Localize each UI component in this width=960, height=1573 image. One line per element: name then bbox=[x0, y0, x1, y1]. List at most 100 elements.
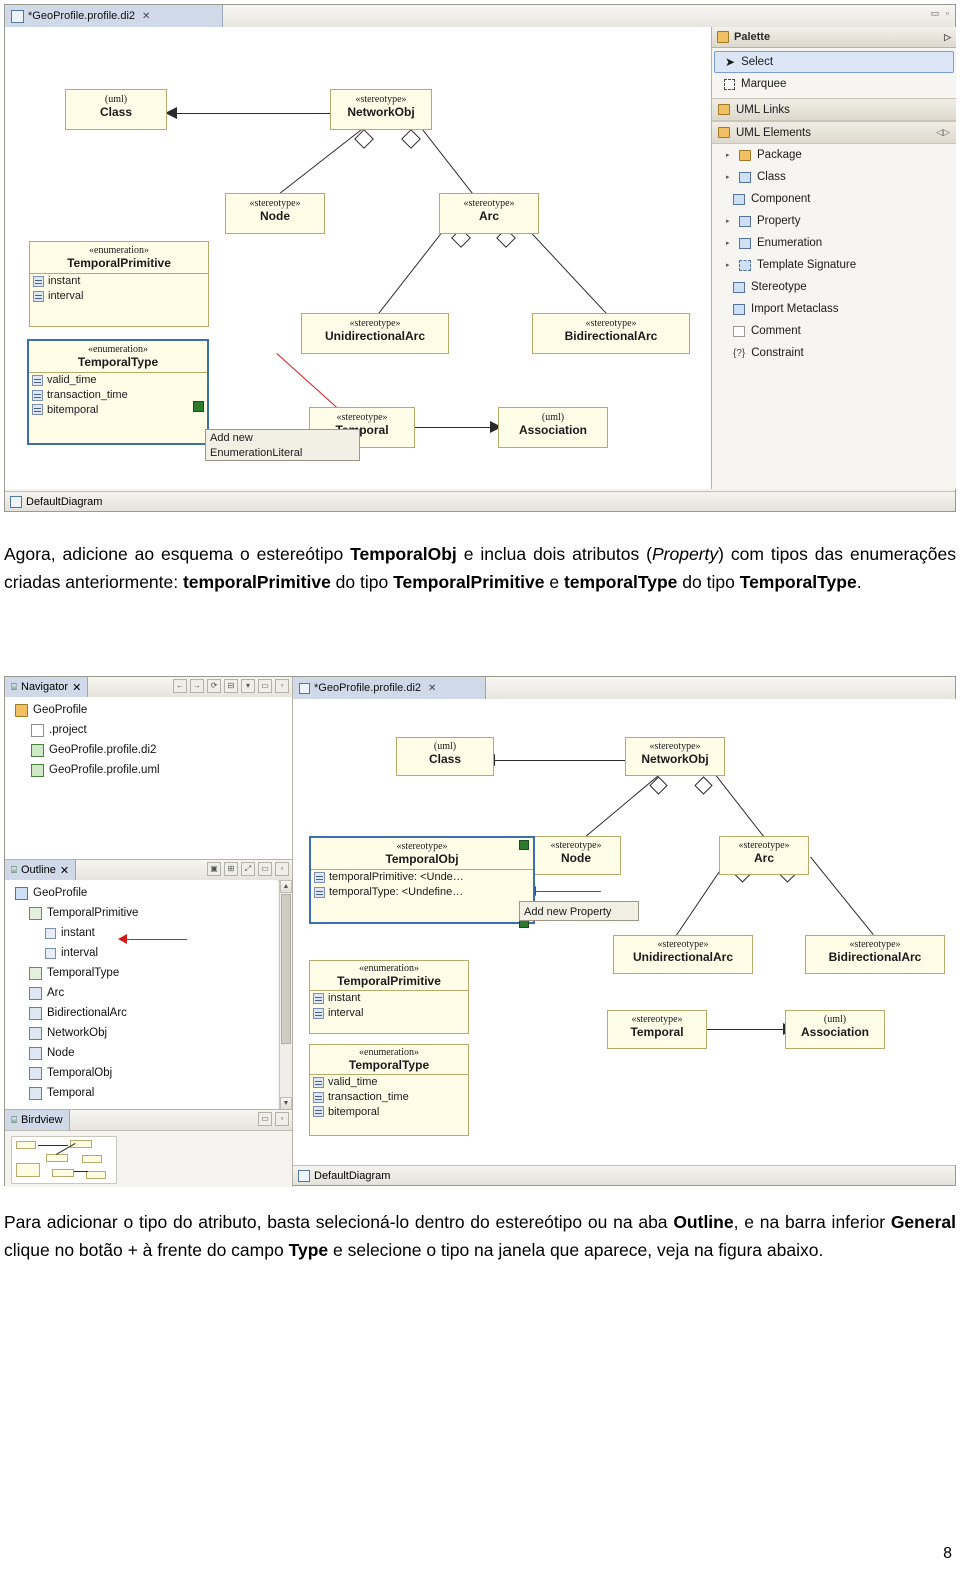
tree-row-temporalprimitive[interactable]: TemporalPrimitive bbox=[15, 903, 278, 923]
uml-enumeration-temporalprimitive[interactable]: «enumeration» TemporalPrimitive instant … bbox=[309, 960, 469, 1034]
uml-literal-row[interactable]: transaction_time bbox=[29, 388, 207, 403]
uml-literal-row[interactable]: valid_time bbox=[29, 373, 207, 388]
minimize-icon[interactable]: ▭ bbox=[931, 8, 942, 18]
chevron-right-icon[interactable]: ▷ bbox=[944, 32, 951, 43]
tree-view-icon[interactable]: ▣ bbox=[207, 862, 221, 876]
palette-item-comment[interactable]: Comment bbox=[712, 320, 956, 342]
uml-enumeration-temporalprimitive[interactable]: «enumeration» TemporalPrimitive instant … bbox=[29, 241, 209, 327]
tab-outline[interactable]: ⌸ Outline ✕ bbox=[5, 860, 77, 880]
outline-scrollbar[interactable]: ▲ ▼ bbox=[279, 880, 292, 1110]
navigator-tree[interactable]: GeoProfile .project GeoProfile.profile.d… bbox=[5, 697, 292, 859]
uml-literal-row[interactable]: transaction_time bbox=[310, 1090, 468, 1105]
collapse-arrows-icon[interactable]: ◁▷ bbox=[936, 127, 956, 138]
view-menu-icon[interactable]: ▾ bbox=[241, 679, 255, 693]
scroll-up-icon[interactable]: ▲ bbox=[280, 880, 292, 893]
maximize-icon[interactable]: ▫ bbox=[275, 1112, 289, 1126]
close-icon[interactable]: ✕ bbox=[60, 864, 69, 877]
tree-row-di2-file[interactable]: GeoProfile.profile.di2 bbox=[15, 740, 292, 760]
default-diagram-tab-label[interactable]: DefaultDiagram bbox=[314, 1170, 390, 1182]
palette-item-select[interactable]: ➤ Select bbox=[714, 51, 954, 73]
birdview-toolbar[interactable]: ▭ ▫ bbox=[258, 1112, 289, 1126]
uml-literal-row[interactable]: instant bbox=[310, 991, 468, 1006]
diagram-canvas-bottom[interactable]: (uml) Class «stereotype» NetworkObj «ste… bbox=[293, 699, 956, 1165]
fit-icon[interactable]: ⤢ bbox=[241, 862, 255, 876]
minimize-icon[interactable]: ▭ bbox=[258, 1112, 272, 1126]
tree-row-bidirectionalarc[interactable]: BidirectionalArc bbox=[15, 1003, 278, 1023]
uml-literal-row[interactable]: bitemporal bbox=[29, 403, 207, 418]
palette-item-enumeration[interactable]: ▸ Enumeration bbox=[712, 232, 956, 254]
uml-literal-row[interactable]: instant bbox=[30, 274, 208, 289]
uml-class-arc[interactable]: «stereotype» Arc bbox=[439, 193, 539, 234]
palette-item-template-signature[interactable]: ▸ Template Signature bbox=[712, 254, 956, 276]
uml-class-class[interactable]: (uml) Class bbox=[65, 89, 167, 130]
close-icon[interactable]: ✕ bbox=[428, 683, 436, 694]
palette-group-uml-elements[interactable]: UML Elements ◁▷ bbox=[712, 121, 956, 144]
close-icon[interactable]: ✕ bbox=[72, 681, 81, 694]
tree-row-uml-file[interactable]: GeoProfile.profile.uml bbox=[15, 760, 292, 780]
tree-row-project-file[interactable]: .project bbox=[15, 720, 292, 740]
minimize-icon[interactable]: ▭ bbox=[258, 862, 272, 876]
palette-item-stereotype[interactable]: Stereotype bbox=[712, 276, 956, 298]
overview-icon[interactable]: ⊞ bbox=[224, 862, 238, 876]
tab-birdview[interactable]: ⌸ Birdview bbox=[5, 1110, 70, 1130]
palette-item-constraint[interactable]: {?} Constraint bbox=[712, 342, 956, 364]
editor-window-buttons-top[interactable]: ▭ ▫ bbox=[931, 8, 951, 19]
editor-tab-geoprofile-top[interactable]: *GeoProfile.profile.di2 ✕ bbox=[5, 5, 223, 27]
palette-item-property[interactable]: ▸ Property bbox=[712, 210, 956, 232]
uml-class-class[interactable]: (uml) Class bbox=[396, 737, 494, 776]
palette-item-class[interactable]: ▸ Class bbox=[712, 166, 956, 188]
maximize-icon[interactable]: ▫ bbox=[946, 8, 951, 18]
uml-class-temporal[interactable]: «stereotype» Temporal bbox=[607, 1010, 707, 1049]
tree-row-interval[interactable]: interval bbox=[15, 943, 278, 963]
scroll-thumb[interactable] bbox=[281, 894, 291, 1044]
maximize-icon[interactable]: ▫ bbox=[275, 862, 289, 876]
uml-class-bidirectionalarc[interactable]: «stereotype» BidirectionalArc bbox=[805, 935, 945, 974]
tree-row-temporalobj[interactable]: TemporalObj bbox=[15, 1063, 278, 1083]
refresh-icon[interactable]: ⟳ bbox=[207, 679, 221, 693]
uml-class-node[interactable]: «stereotype» Node bbox=[225, 193, 325, 234]
uml-literal-row[interactable]: interval bbox=[310, 1006, 468, 1021]
uml-class-unidirectionalarc[interactable]: «stereotype» UnidirectionalArc bbox=[613, 935, 753, 974]
palette-item-component[interactable]: Component bbox=[712, 188, 956, 210]
tree-row-temporal[interactable]: Temporal bbox=[15, 1083, 278, 1103]
uml-literal-row[interactable]: valid_time bbox=[310, 1075, 468, 1090]
uml-attribute-row[interactable]: temporalPrimitive: <Unde… bbox=[311, 870, 533, 885]
uml-class-unidirectionalarc[interactable]: «stereotype» UnidirectionalArc bbox=[301, 313, 449, 354]
palette-item-marquee[interactable]: Marquee bbox=[712, 73, 956, 95]
tree-row-instant[interactable]: instant bbox=[15, 923, 278, 943]
navigator-toolbar[interactable]: ← → ⟳ ⊟ ▾ ▭ ▫ bbox=[173, 679, 289, 693]
close-icon[interactable]: ✕ bbox=[142, 11, 150, 22]
tab-navigator[interactable]: ⌸ Navigator ✕ bbox=[5, 677, 89, 697]
uml-enumeration-temporaltype[interactable]: «enumeration» TemporalType valid_time tr… bbox=[27, 339, 209, 445]
uml-class-bidirectionalarc[interactable]: «stereotype» BidirectionalArc bbox=[532, 313, 690, 354]
tree-row-geoprofile[interactable]: GeoProfile bbox=[15, 700, 292, 720]
selection-handle[interactable] bbox=[193, 401, 204, 412]
tree-row-networkobj[interactable]: NetworkObj bbox=[15, 1023, 278, 1043]
birdview-thumbnail[interactable] bbox=[11, 1136, 117, 1184]
default-diagram-tab-label[interactable]: DefaultDiagram bbox=[26, 496, 102, 508]
palette-item-package[interactable]: ▸ Package bbox=[712, 144, 956, 166]
minimize-icon[interactable]: ▭ bbox=[258, 679, 272, 693]
uml-class-association[interactable]: (uml) Association bbox=[498, 407, 608, 448]
collapse-all-icon[interactable]: ⊟ bbox=[224, 679, 238, 693]
outline-tree[interactable]: GeoProfile TemporalPrimitive instant int… bbox=[5, 880, 278, 1109]
palette-group-uml-links[interactable]: UML Links bbox=[712, 98, 956, 121]
uml-stereotype-temporalobj[interactable]: «stereotype» TemporalObj temporalPrimiti… bbox=[309, 836, 535, 924]
palette-item-import-metaclass[interactable]: Import Metaclass bbox=[712, 298, 956, 320]
uml-literal-row[interactable]: bitemporal bbox=[310, 1105, 468, 1120]
uml-class-networkobj[interactable]: «stereotype» NetworkObj bbox=[330, 89, 432, 130]
uml-class-arc[interactable]: «stereotype» Arc bbox=[719, 836, 809, 875]
uml-literal-row[interactable]: interval bbox=[30, 289, 208, 304]
forward-icon[interactable]: → bbox=[190, 679, 204, 693]
uml-enumeration-temporaltype[interactable]: «enumeration» TemporalType valid_time tr… bbox=[309, 1044, 469, 1136]
tree-row-arc[interactable]: Arc bbox=[15, 983, 278, 1003]
uml-attribute-row[interactable]: temporalType: <Undefine… bbox=[311, 885, 533, 900]
uml-class-association[interactable]: (uml) Association bbox=[785, 1010, 885, 1049]
maximize-icon[interactable]: ▫ bbox=[275, 679, 289, 693]
outline-toolbar[interactable]: ▣ ⊞ ⤢ ▭ ▫ bbox=[207, 862, 289, 876]
selection-handle[interactable] bbox=[519, 840, 529, 850]
tree-row-node[interactable]: Node bbox=[15, 1043, 278, 1063]
back-icon[interactable]: ← bbox=[173, 679, 187, 693]
editor-tab-geoprofile-bottom[interactable]: *GeoProfile.profile.di2 ✕ bbox=[293, 677, 486, 699]
uml-class-node[interactable]: «stereotype» Node bbox=[531, 836, 621, 875]
